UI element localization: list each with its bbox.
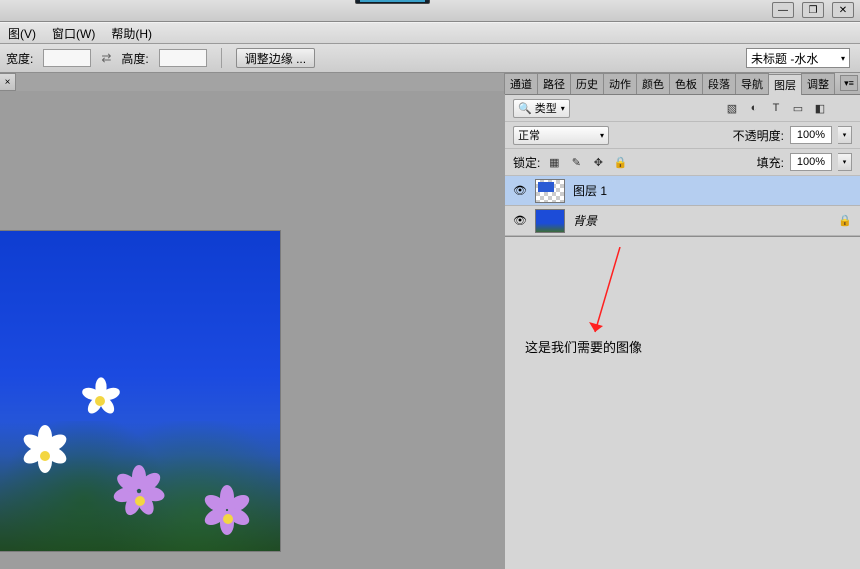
brand-accent <box>360 0 425 2</box>
annotation-area: 这是我们需要的图像 <box>505 237 860 569</box>
window-controls: — ❐ ✕ <box>766 0 860 20</box>
fill-stepper[interactable]: ▾ <box>838 153 852 171</box>
options-bar: 宽度: ⇄ 高度: 调整边缘 ... 未标题 -水水 ▾ <box>0 44 860 73</box>
tab-color[interactable]: 颜色 <box>636 73 670 94</box>
height-input[interactable] <box>159 49 207 67</box>
menu-window[interactable]: 窗口(W) <box>44 25 103 42</box>
menu-view[interactable]: 图(V) <box>0 25 44 42</box>
separator <box>221 48 222 68</box>
fill-input[interactable]: 100% <box>790 153 832 171</box>
doc-tab-close[interactable]: × <box>0 73 16 91</box>
lock-position-icon[interactable]: ✥ <box>590 154 606 170</box>
opacity-input[interactable]: 100% <box>790 126 832 144</box>
layer-row[interactable]: 👁 图层 1 <box>505 176 860 206</box>
tab-navigator[interactable]: 导航 <box>735 73 769 94</box>
height-label: 高度: <box>121 50 148 67</box>
tab-layers[interactable]: 图层 <box>768 74 802 95</box>
image-flower <box>80 381 120 421</box>
layers-list: 👁 图层 1 👁 背景 🔒 <box>505 176 860 236</box>
close-button[interactable]: ✕ <box>832 2 854 18</box>
lock-icon: 🔒 <box>838 214 852 227</box>
filter-shape-icon[interactable]: ▭ <box>790 100 806 116</box>
layer-name[interactable]: 图层 1 <box>573 182 607 199</box>
brand-strip <box>355 0 430 4</box>
chevron-down-icon: ▾ <box>841 54 845 63</box>
layer-filter-row: 🔍 类型 ▾ ▧ ◐ T ▭ ◧ <box>505 95 860 122</box>
tab-history[interactable]: 历史 <box>570 73 604 94</box>
lock-label: 锁定: <box>513 154 540 171</box>
image-flower <box>200 491 255 546</box>
visibility-toggle[interactable]: 👁 <box>513 184 527 198</box>
tab-swatches[interactable]: 色板 <box>669 73 703 94</box>
tab-paths[interactable]: 路径 <box>537 73 571 94</box>
opacity-stepper[interactable]: ▾ <box>838 126 852 144</box>
layer-name[interactable]: 背景 <box>573 212 597 229</box>
layer-thumbnail[interactable] <box>535 179 565 203</box>
lock-pixels-icon[interactable]: ▦ <box>546 154 562 170</box>
chevron-down-icon: ▾ <box>600 131 604 140</box>
tab-paragraph[interactable]: 段落 <box>702 73 736 94</box>
refine-edge-button[interactable]: 调整边缘 ... <box>236 48 315 68</box>
lock-brush-icon[interactable]: ✎ <box>568 154 584 170</box>
width-input[interactable] <box>43 49 91 67</box>
panel-menu-icon[interactable]: ▾≡ <box>840 75 858 91</box>
filter-smart-icon[interactable]: ◧ <box>812 100 828 116</box>
search-icon: 🔍 <box>518 102 532 115</box>
annotation-text: 这是我们需要的图像 <box>525 337 642 356</box>
link-icon[interactable]: ⇄ <box>101 51 111 65</box>
image-flower <box>20 431 70 481</box>
opacity-label: 不透明度: <box>733 127 784 144</box>
lock-row: 锁定: ▦ ✎ ✥ 🔒 填充: 100% ▾ <box>505 149 860 176</box>
width-label: 宽度: <box>6 50 33 67</box>
titlebar: — ❐ ✕ <box>0 0 860 22</box>
menu-help[interactable]: 帮助(H) <box>103 25 160 42</box>
filter-adjust-icon[interactable]: ◐ <box>746 100 762 116</box>
image-flower <box>110 471 170 531</box>
document-selector[interactable]: 未标题 -水水 ▾ <box>746 48 850 68</box>
filter-type-label: 类型 <box>535 100 557 116</box>
blend-row: 正常 ▾ 不透明度: 100% ▾ <box>505 122 860 149</box>
filter-type-combo[interactable]: 🔍 类型 ▾ <box>513 99 570 118</box>
visibility-toggle[interactable]: 👁 <box>513 214 527 228</box>
canvas-image <box>0 231 280 551</box>
panel-tabs: 通道 路径 历史 动作 颜色 色板 段落 导航 图层 调整 ▾≡ <box>505 73 860 95</box>
maximize-button[interactable]: ❐ <box>802 2 824 18</box>
menubar: 图(V) 窗口(W) 帮助(H) <box>0 22 860 44</box>
minimize-button[interactable]: — <box>772 2 794 18</box>
layer-thumbnail[interactable] <box>535 209 565 233</box>
workspace: × <box>0 73 860 569</box>
layers-panel: 🔍 类型 ▾ ▧ ◐ T ▭ ◧ 正常 ▾ 不透明度: <box>505 95 860 237</box>
tab-channels[interactable]: 通道 <box>504 73 538 94</box>
layer-row[interactable]: 👁 背景 🔒 <box>505 206 860 236</box>
canvas-area[interactable] <box>0 91 505 569</box>
blend-mode-combo[interactable]: 正常 ▾ <box>513 126 609 145</box>
chevron-down-icon: ▾ <box>561 104 565 113</box>
annotation-arrow <box>585 247 635 347</box>
filter-pixel-icon[interactable]: ▧ <box>724 100 740 116</box>
tab-adjustments[interactable]: 调整 <box>801 73 835 94</box>
fill-label: 填充: <box>757 154 784 171</box>
tab-actions[interactable]: 动作 <box>603 73 637 94</box>
lock-all-icon[interactable]: 🔒 <box>612 154 628 170</box>
filter-text-icon[interactable]: T <box>768 100 784 116</box>
blend-mode-label: 正常 <box>518 127 540 143</box>
right-panels: 通道 路径 历史 动作 颜色 色板 段落 导航 图层 调整 ▾≡ 🔍 类型 ▾ … <box>505 73 860 569</box>
document-name: 未标题 -水水 <box>751 50 818 67</box>
